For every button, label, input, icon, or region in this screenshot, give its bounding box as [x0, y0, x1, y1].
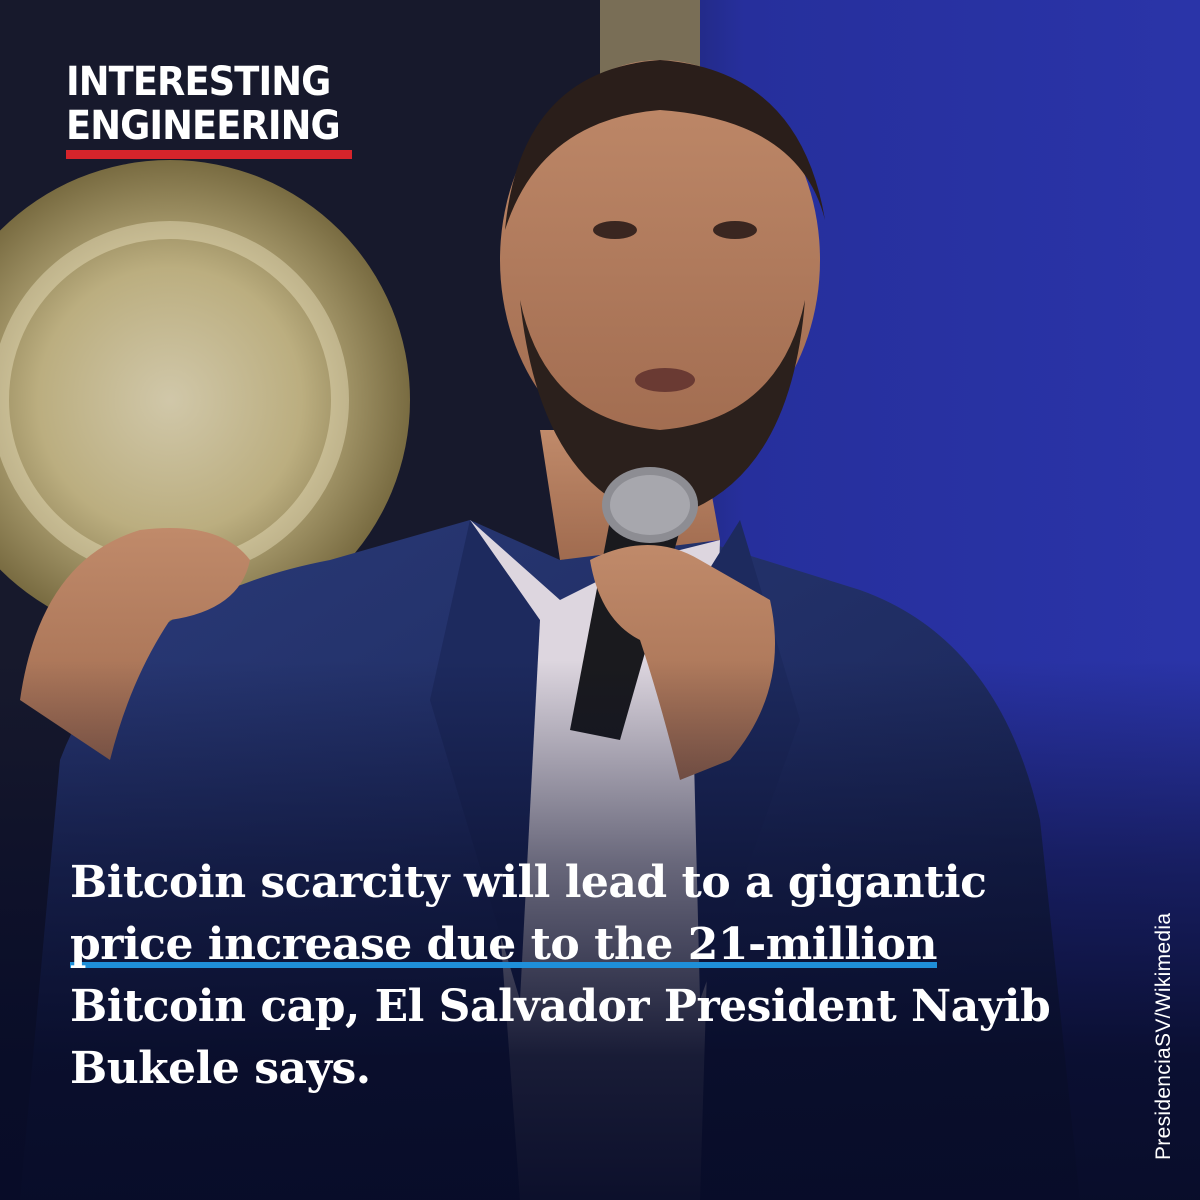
brand-logo: INTERESTING ENGINEERING	[66, 60, 352, 159]
brand-logo-line-2: ENGINEERING	[66, 103, 341, 149]
social-post-card: INTERESTING ENGINEERING Bitcoin scarcity…	[0, 0, 1200, 1200]
headline-line-3: Bitcoin cap, El Salvador President Nayib	[70, 981, 1051, 1032]
headline-line-4: Bukele says.	[70, 1043, 371, 1094]
headline-highlight: price increase due to the 21-million	[70, 919, 937, 972]
headline: Bitcoin scarcity will lead to a gigantic…	[70, 852, 1090, 1100]
headline-line-2: price increase due to the 21-million	[70, 914, 1090, 976]
headline-line-1: Bitcoin scarcity will lead to a gigantic	[70, 857, 987, 908]
brand-logo-line-1: INTERESTING	[66, 59, 331, 105]
brand-underline-bar	[66, 150, 352, 159]
photo-credit: PresidenciaSV/Wikimedia	[1152, 912, 1175, 1160]
